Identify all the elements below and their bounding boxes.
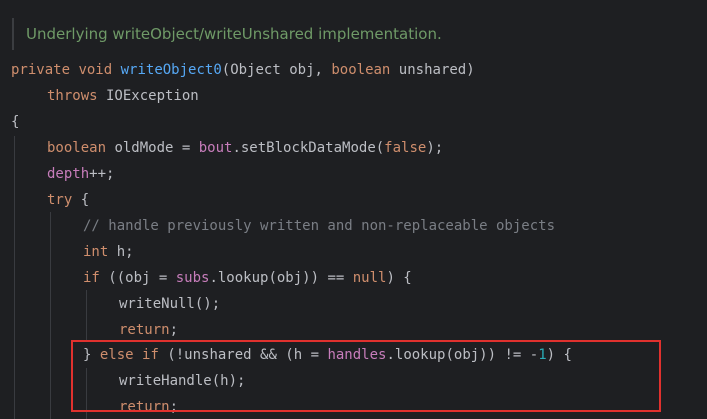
indent-guide	[50, 212, 51, 419]
code-line-old-mode[interactable]: boolean oldMode = bout.setBlockDataMode(…	[47, 135, 443, 161]
field-reference: subs	[175, 270, 210, 286]
keyword: int	[83, 244, 109, 260]
code-text: .setBlockDataMode(	[232, 140, 385, 156]
code-text: .lookup(obj)) ==	[209, 270, 353, 286]
method-name: writeObject0	[120, 62, 222, 78]
code-text: ((obj =	[99, 270, 176, 286]
code-text: {	[11, 114, 20, 130]
code-line-write-null[interactable]: writeNull();	[119, 291, 220, 317]
code-line-throws[interactable]: throws IOException	[47, 83, 199, 109]
code-text: (	[221, 62, 231, 78]
keyword: boolean	[331, 62, 391, 78]
doc-comment: Underlying writeObject/writeUnshared imp…	[12, 18, 442, 50]
keyword: private	[11, 62, 71, 78]
code-text: ;	[169, 322, 179, 338]
code-line-try[interactable]: try {	[47, 187, 89, 213]
code-line-int-h[interactable]: int h;	[83, 239, 134, 265]
indent-guide	[86, 290, 87, 342]
keyword: boolean	[47, 140, 107, 156]
indent-guide	[14, 136, 15, 419]
code-text: IOException	[97, 88, 199, 104]
code-line-depth[interactable]: depth++;	[47, 161, 114, 187]
code-line-comment[interactable]: // handle previously written and non-rep…	[83, 213, 555, 239]
code-text: {	[72, 192, 90, 208]
keyword: void	[78, 62, 113, 78]
code-editor[interactable]: Underlying writeObject/writeUnshared imp…	[0, 0, 707, 419]
doc-comment-text: Underlying writeObject/writeUnshared imp…	[26, 25, 442, 43]
code-line-method-signature[interactable]: private void writeObject0(Object obj, bo…	[11, 57, 475, 83]
keyword: try	[47, 192, 73, 208]
keyword: return	[119, 322, 170, 338]
code-text: oldMode =	[106, 140, 199, 156]
code-text: ) {	[386, 270, 412, 286]
code-text: obj,	[280, 62, 332, 78]
keyword: if	[83, 270, 100, 286]
keyword: throws	[47, 88, 98, 104]
code-line-if-subs[interactable]: if ((obj = subs.lookup(obj)) == null) {	[83, 265, 412, 291]
code-comment: // handle previously written and non-rep…	[83, 218, 556, 234]
field-reference: depth	[47, 166, 90, 182]
keyword: false	[384, 140, 427, 156]
code-line-brace-open[interactable]: {	[11, 109, 19, 135]
code-text: ++;	[89, 166, 115, 182]
field-reference: bout	[198, 140, 233, 156]
highlight-annotation-box	[71, 340, 661, 412]
keyword: null	[352, 270, 387, 286]
code-text: unshared)	[390, 62, 475, 78]
code-text: h;	[108, 244, 134, 260]
code-text: writeNull();	[119, 296, 221, 312]
code-text: Object	[230, 62, 281, 78]
code-text: );	[426, 140, 444, 156]
